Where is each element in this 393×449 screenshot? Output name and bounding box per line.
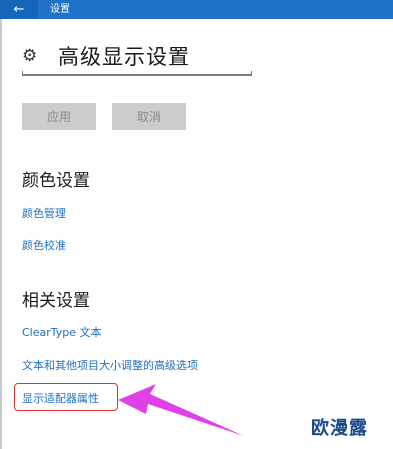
title-bar: ← 设置	[0, 0, 393, 19]
related-settings-heading: 相关设置	[22, 291, 90, 311]
gear-icon: ⚙	[22, 46, 38, 66]
advanced-sizing-link[interactable]: 文本和其他项目大小调整的高级选项	[22, 357, 198, 373]
apply-button[interactable]: 应用	[22, 103, 96, 130]
color-settings-heading: 颜色设置	[22, 171, 90, 191]
back-arrow-icon: ←	[13, 2, 25, 17]
window-title: 设置	[50, 4, 70, 15]
color-management-link[interactable]: 颜色管理	[22, 205, 66, 221]
page-header: ⚙ 高级显示设置	[22, 41, 190, 71]
cancel-button[interactable]: 取消	[112, 103, 186, 130]
color-calibration-link[interactable]: 颜色校准	[22, 237, 66, 253]
watermark: 欧漫露	[311, 418, 368, 439]
title-underline	[22, 71, 252, 76]
cleartype-link[interactable]: ClearType 文本	[22, 324, 102, 340]
annotation-arrow	[118, 384, 244, 436]
page-title: 高级显示设置	[58, 45, 190, 69]
window-border	[0, 19, 2, 449]
highlight-box	[14, 383, 118, 411]
back-button[interactable]: ←	[0, 0, 38, 19]
